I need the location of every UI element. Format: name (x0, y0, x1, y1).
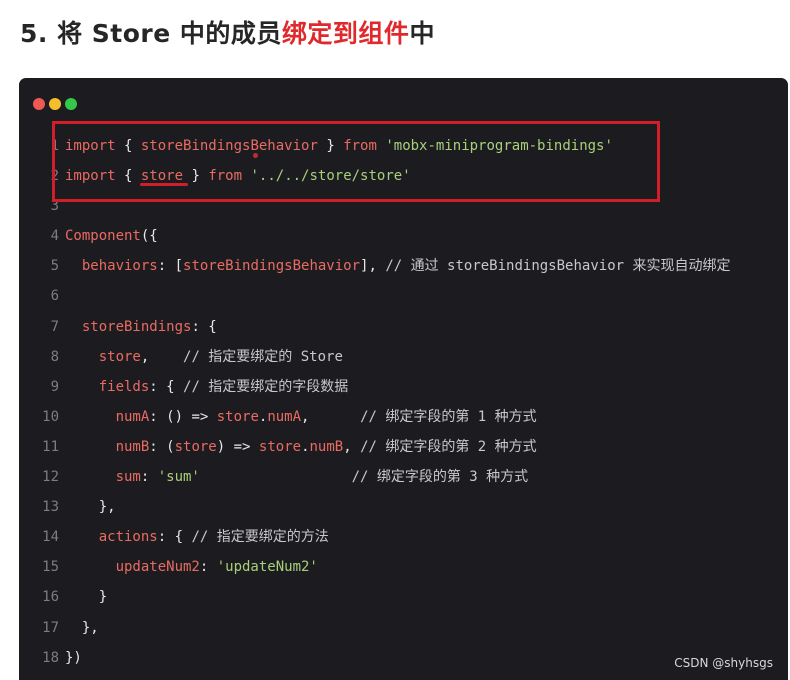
code-line: 16 } (19, 582, 788, 612)
line-number: 4 (50, 228, 59, 245)
code-line: 18}) (19, 643, 788, 673)
code-token: Component (65, 228, 141, 245)
minimize-dot-icon (49, 98, 61, 110)
line-number: 6 (50, 288, 59, 305)
code-line: 8 store, // 指定要绑定的 Store (19, 342, 788, 372)
title-suffix: 中 (409, 19, 435, 48)
code-token: ) => (216, 438, 259, 455)
watermark: CSDN @shyhsgs (674, 656, 773, 670)
code-line: 9 fields: { // 指定要绑定的字段数据 (19, 372, 788, 402)
window-controls (33, 95, 81, 114)
code-token: actions (65, 529, 158, 546)
code-token: // 指定要绑定的 Store (183, 348, 343, 365)
code-token: sum (65, 469, 141, 486)
line-number: 12 (42, 469, 59, 486)
line-number: 13 (42, 499, 59, 516)
code-line: 13 }, (19, 492, 788, 522)
code-token: numA (65, 408, 150, 425)
code-token: : () => (149, 408, 217, 425)
code-token: : { (191, 318, 217, 335)
line-number: 5 (50, 258, 59, 275)
code-token: }) (65, 649, 82, 666)
line-number: 17 (42, 619, 59, 636)
line-number: 14 (42, 529, 59, 546)
code-token: // 通过 storeBindingsBehavior 来实现自动绑定 (385, 258, 731, 275)
code-token: ({ (140, 228, 158, 245)
code-token: : { (157, 529, 192, 546)
code-line: 7 storeBindings: { (19, 312, 788, 342)
code-token: updateNum2 (65, 559, 200, 576)
code-token: }, (65, 619, 99, 636)
cursor-mark (253, 153, 258, 158)
title-highlight: 绑定到组件 (281, 19, 410, 48)
line-number: 9 (50, 378, 59, 395)
code-token: // 绑定字段的第 1 种方式 (360, 408, 537, 425)
store-underline (140, 183, 188, 186)
code-token: : (199, 559, 217, 576)
code-token: // 指定要绑定的字段数据 (183, 378, 349, 395)
line-number: 10 (42, 408, 59, 425)
code-token: // 指定要绑定的方法 (191, 529, 329, 546)
code-line: 14 actions: { // 指定要绑定的方法 (19, 522, 788, 552)
line-number: 16 (42, 589, 59, 606)
title-prefix: 5. 将 Store 中的成员 (20, 19, 282, 48)
code-token: store (174, 438, 217, 455)
code-token: fields (65, 378, 150, 395)
code-token: , (301, 408, 361, 425)
code-token: , (343, 438, 361, 455)
code-line: 12 sum: 'sum' // 绑定字段的第 3 种方式 (19, 462, 788, 492)
line-number: 11 (42, 438, 59, 455)
code-token: numB (65, 438, 150, 455)
code-token: 'updateNum2' (216, 559, 318, 576)
code-token: // 绑定字段的第 2 种方式 (360, 438, 537, 455)
code-token: }, (65, 499, 116, 516)
line-number: 8 (50, 348, 59, 365)
code-token: } (65, 589, 108, 606)
code-token: : [ (157, 258, 184, 275)
code-token: : (140, 469, 158, 486)
code-line: 17 }, (19, 613, 788, 643)
code-line: 6 (19, 281, 788, 311)
code-token: store (216, 408, 259, 425)
line-number: 18 (42, 649, 59, 666)
code-token: behaviors (65, 258, 158, 275)
code-token: , (140, 348, 184, 365)
close-dot-icon (33, 98, 45, 110)
code-token: numB (309, 438, 344, 455)
code-line: 5 behaviors: [storeBindingsBehavior], //… (19, 251, 788, 281)
code-block: 1 import { storeBindingsBehavior } from '… (19, 131, 788, 673)
code-line: 11 numB: (store) => store.numB, // 绑定字段的… (19, 432, 788, 462)
maximize-dot-icon (65, 98, 77, 110)
code-line: 10 numA: () => store.numA, // 绑定字段的第 1 种… (19, 402, 788, 432)
code-token: storeBindings (65, 318, 192, 335)
code-token: 'sum' (157, 469, 200, 486)
code-token: store (258, 438, 302, 455)
code-token: numA (267, 408, 302, 425)
code-token: // 绑定字段的第 3 种方式 (351, 469, 529, 486)
code-token: storeBindingsBehavior (183, 258, 361, 275)
code-token: : { (149, 378, 184, 395)
code-token: ], (360, 258, 386, 275)
code-line: 4 Component({ (19, 221, 788, 251)
code-line: 15 updateNum2: 'updateNum2' (19, 552, 788, 582)
line-number: 15 (42, 559, 59, 576)
code-token: : ( (149, 438, 175, 455)
code-editor-window: 1 import { storeBindingsBehavior } from '… (19, 78, 788, 680)
line-number: 7 (50, 318, 59, 335)
code-token: . (301, 438, 310, 455)
page-title: 5. 将 Store 中的成员绑定到组件中 (20, 14, 435, 50)
code-token: store (65, 348, 141, 365)
import-highlight-box (52, 121, 660, 202)
